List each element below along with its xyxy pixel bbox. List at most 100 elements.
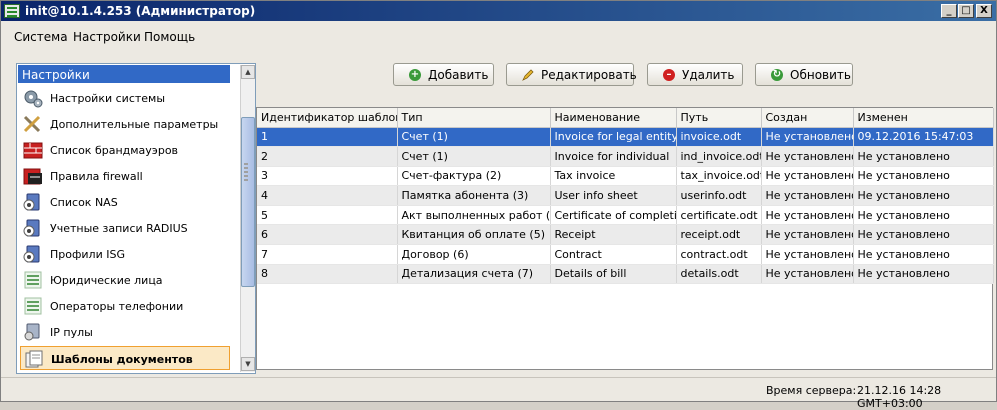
delete-button[interactable]: – Удалить [647, 63, 743, 86]
table-header-row: Идентификатор шаблона Тип Наименование П… [257, 108, 994, 128]
sidebar-scrollbar[interactable]: ▲ ▼ [240, 65, 255, 372]
table-cell: 5 [257, 205, 398, 226]
column-header-name[interactable]: Наименование [550, 108, 677, 128]
sidebar-item-extra-params[interactable]: Дополнительные параметры [20, 112, 230, 136]
menu-system[interactable]: Система [14, 30, 68, 44]
sidebar-item-isg-profiles[interactable]: Профили ISG [20, 242, 230, 266]
table-cell: Contract [550, 244, 677, 265]
server-icon [23, 219, 40, 237]
table-cell: Не установлено [853, 185, 994, 206]
status-bar: Время сервера: 21.12.16 14:28 GMT+03:00 [1, 377, 996, 410]
app-icon [4, 4, 20, 18]
column-header-created[interactable]: Создан [761, 108, 854, 128]
edit-button[interactable]: Редактировать [506, 63, 637, 86]
table-cell: 1 [257, 127, 398, 148]
delete-button-label: Удалить [682, 68, 735, 82]
menu-help[interactable]: Помощь [144, 30, 195, 44]
minimize-button[interactable]: _ [941, 4, 957, 18]
table-cell: Details of bill [550, 264, 677, 285]
plus-icon: + [409, 69, 421, 81]
sidebar-item-label: Профили ISG [50, 248, 125, 261]
sidebar-item-document-templates[interactable]: Шаблоны документов [20, 346, 230, 370]
table-cell: contract.odt [676, 244, 762, 265]
table-cell: invoice.odt [676, 127, 762, 148]
table-cell: Счет (1) [397, 127, 551, 148]
table-row[interactable]: 3 Счет-фактура (2) Tax invoice tax_invoi… [257, 166, 994, 187]
table-cell: 6 [257, 224, 398, 246]
table-cell: Детализация счета (7) [397, 264, 551, 285]
scroll-thumb[interactable] [241, 117, 255, 287]
sidebar-item-firewall-rules[interactable]: Правила firewall [20, 164, 230, 188]
sidebar-item-ip-pools[interactable]: IP пулы [20, 320, 230, 344]
table-row[interactable]: 1 Счет (1) Invoice for legal entity invo… [257, 127, 994, 148]
maximize-button[interactable]: □ [958, 4, 974, 18]
table-cell: Не установлено [761, 224, 854, 246]
column-header-modified[interactable]: Изменен [853, 108, 994, 128]
gears-icon [24, 90, 43, 108]
sidebar-header: Настройки [18, 65, 230, 83]
table-cell: userinfo.odt [676, 185, 762, 206]
table-cell: Invoice for individual [550, 146, 677, 167]
table-cell: 2 [257, 146, 398, 167]
sidebar-item-telephony-operators[interactable]: Операторы телефонии [20, 294, 230, 318]
sidebar-item-radius-accounts[interactable]: Учетные записи RADIUS [20, 216, 230, 240]
column-header-path[interactable]: Путь [676, 108, 762, 128]
table-cell: Акт выполненных работ (4) [397, 205, 551, 226]
refresh-button-label: Обновить [790, 68, 851, 82]
table-row[interactable]: 5 Акт выполненных работ (4) Certificate … [257, 205, 994, 226]
title-bar[interactable]: init@10.1.4.253 (Администратор) _ □ X [1, 1, 996, 21]
templates-table: Идентификатор шаблона Тип Наименование П… [256, 107, 994, 370]
table-cell: Договор (6) [397, 244, 551, 265]
table-cell: Счет (1) [397, 146, 551, 167]
ip-pool-icon [24, 323, 40, 341]
table-cell: Не установлено [853, 205, 994, 226]
table-cell: Не установлено [761, 205, 854, 226]
window-title: init@10.1.4.253 (Администратор) [25, 4, 256, 18]
refresh-button[interactable]: ↻ Обновить [755, 63, 853, 86]
scroll-down-arrow-icon[interactable]: ▼ [241, 357, 255, 371]
refresh-icon: ↻ [771, 69, 783, 81]
table-cell: Не установлено [761, 146, 854, 167]
table-cell: Не установлено [853, 224, 994, 246]
table-row[interactable]: 4 Памятка абонента (3) User info sheet u… [257, 185, 994, 206]
settings-sidebar: Настройки Настройки системы Дополнительн… [16, 63, 256, 374]
sidebar-item-nas-list[interactable]: Список NAS [20, 190, 230, 214]
table-cell: Счет-фактура (2) [397, 166, 551, 187]
splitter-handle[interactable] [241, 161, 251, 191]
sidebar-item-legal-entities[interactable]: Юридические лица [20, 268, 230, 292]
table-cell: certificate.odt [676, 205, 762, 226]
table-cell: Не установлено [761, 185, 854, 206]
server-icon [23, 193, 40, 211]
list-icon [24, 271, 42, 289]
sidebar-item-label: Список брандмауэров [50, 144, 179, 157]
documents-icon [25, 350, 43, 368]
column-header-id[interactable]: Идентификатор шаблона [257, 108, 398, 128]
table-cell: Не установлено [853, 244, 994, 265]
table-row[interactable]: 7 Договор (6) Contract contract.odt Не у… [257, 244, 994, 265]
add-button[interactable]: + Добавить [393, 63, 494, 86]
close-button[interactable]: X [976, 4, 992, 18]
table-cell: 3 [257, 166, 398, 187]
list-icon [24, 297, 42, 315]
table-cell: Не установлено [761, 166, 854, 187]
sidebar-item-label: Настройки системы [50, 92, 166, 105]
add-button-label: Добавить [428, 68, 489, 82]
tools-icon [23, 115, 41, 133]
table-cell: receipt.odt [676, 224, 762, 246]
table-cell: 7 [257, 244, 398, 265]
table-cell: Не установлено [853, 166, 994, 187]
menu-bar: Система Настройки Помощь [1, 25, 996, 47]
column-header-type[interactable]: Тип [397, 108, 551, 128]
server-time-value: 21.12.16 14:28 GMT+03:00 [857, 384, 942, 410]
sidebar-item-firewalls[interactable]: Список брандмауэров [20, 138, 230, 162]
scroll-up-arrow-icon[interactable]: ▲ [241, 65, 255, 79]
table-cell: Не установлено [853, 264, 994, 285]
sidebar-item-system-settings[interactable]: Настройки системы [20, 86, 230, 110]
table-row[interactable]: 6 Квитанция об оплате (5) Receipt receip… [257, 224, 994, 246]
table-row[interactable]: 8 Детализация счета (7) Details of bill … [257, 264, 994, 285]
menu-settings[interactable]: Настройки [73, 30, 141, 44]
table-cell: 09.12.2016 15:47:03 [853, 127, 994, 148]
table-cell: Certificate of completion [550, 205, 677, 226]
table-cell: Не установлено [761, 264, 854, 285]
table-row[interactable]: 2 Счет (1) Invoice for individual ind_in… [257, 146, 994, 167]
